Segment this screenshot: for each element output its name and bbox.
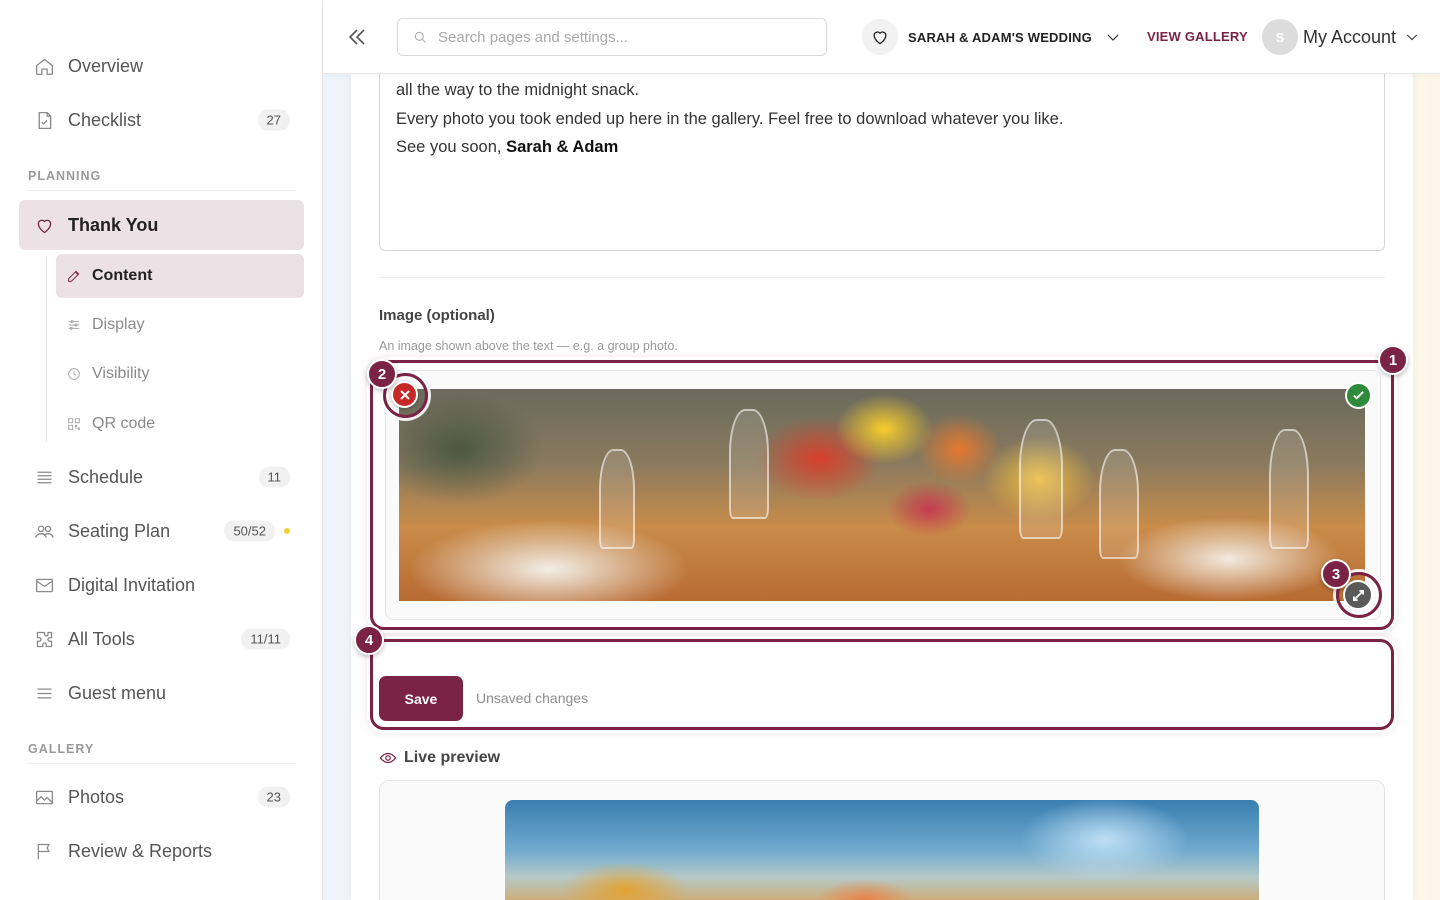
- sidebar-item-digital-invitation[interactable]: Digital Invitation: [19, 561, 304, 609]
- save-button[interactable]: Save: [379, 676, 463, 721]
- signoff-prefix: See you soon,: [396, 138, 507, 156]
- unsaved-status: Unsaved changes: [476, 690, 589, 706]
- glass-shape: [1099, 449, 1139, 559]
- checklist-icon: [33, 109, 55, 131]
- status-dot: [284, 528, 290, 534]
- expand-image-button[interactable]: [1343, 580, 1373, 610]
- sidebar-item-label: Schedule: [68, 466, 144, 487]
- subitem-display[interactable]: Display: [56, 303, 304, 347]
- subitem-qr-code[interactable]: QR code: [56, 402, 304, 446]
- sidebar-item-label: Review & Reports: [68, 840, 213, 861]
- sidebar-item-guest-menu[interactable]: Guest menu: [19, 669, 304, 717]
- glass-shape: [1019, 419, 1063, 539]
- signoff-names: Sarah & Adam: [506, 138, 619, 156]
- sidebar-item-label: Guest menu: [68, 682, 167, 703]
- message-signoff: See you soon, Sarah & Adam: [396, 138, 618, 157]
- section-title-gallery: GALLERY: [28, 742, 95, 756]
- image-icon: [33, 786, 55, 808]
- subitem-content[interactable]: Content: [56, 254, 304, 298]
- heart-icon: [33, 214, 55, 236]
- image-field-help: An image shown above the text — e.g. a g…: [379, 339, 678, 353]
- live-preview-label: Live preview: [404, 749, 501, 766]
- subitem-label: Content: [92, 267, 153, 284]
- eye-icon: [379, 752, 397, 764]
- collapse-sidebar-button[interactable]: [345, 25, 369, 49]
- callout-number: 1: [1378, 345, 1408, 375]
- count-badge: 11: [258, 466, 290, 488]
- sidebar-item-thank-you[interactable]: Thank You: [19, 200, 304, 250]
- sidebar-item-label: Thank You: [68, 214, 159, 235]
- sidebar-item-checklist[interactable]: Checklist 27: [19, 96, 304, 144]
- edit-icon: [68, 270, 80, 282]
- search-input[interactable]: [438, 28, 818, 46]
- section-title-planning: PLANNING: [28, 169, 102, 183]
- count-badge: 50/52: [224, 520, 275, 542]
- puzzle-icon: [33, 628, 55, 650]
- subitem-label: Display: [92, 316, 145, 333]
- glass-shape: [1269, 429, 1309, 549]
- submenu-rail: [46, 256, 47, 442]
- expand-icon: [1352, 589, 1364, 601]
- clock-icon: [68, 368, 80, 380]
- search-icon: [414, 31, 426, 43]
- sidebar-item-photos[interactable]: Photos 23: [19, 773, 304, 821]
- image-field-label: Image (optional): [379, 307, 495, 324]
- qr-icon: [68, 418, 80, 430]
- subitem-label: Visibility: [92, 365, 150, 382]
- section-divider: [28, 763, 296, 764]
- glass-shape: [729, 409, 769, 519]
- sidebar-item-review-reports[interactable]: Review & Reports: [19, 827, 304, 875]
- event-switcher[interactable]: SARAH & ADAM'S WEDDING: [862, 19, 1122, 55]
- callout-number: 3: [1321, 559, 1351, 589]
- sidebar-item-label: Seating Plan: [68, 520, 171, 541]
- list-icon: [33, 466, 55, 488]
- callout-number: 2: [367, 359, 397, 389]
- count-badge: 23: [257, 786, 290, 808]
- sliders-icon: [68, 320, 80, 330]
- top-header: SARAH & ADAM'S WEDDING VIEW GALLERY S My…: [323, 0, 1440, 74]
- menu-icon: [33, 682, 55, 704]
- chevron-down-icon: [1107, 34, 1119, 41]
- count-badge: 27: [257, 109, 290, 131]
- callout-number: 4: [354, 625, 384, 655]
- sidebar-item-seating-plan[interactable]: Seating Plan 50/52: [19, 507, 304, 555]
- sidebar-item-label: Checklist: [68, 109, 142, 130]
- subitem-visibility[interactable]: Visibility: [56, 352, 304, 396]
- sidebar-item-label: Digital Invitation: [68, 574, 196, 595]
- sidebar-item-label: Overview: [68, 55, 144, 76]
- remove-image-button[interactable]: [391, 381, 418, 408]
- chevron-down-icon: [1407, 34, 1418, 41]
- sidebar-item-all-tools[interactable]: All Tools 11/11: [19, 615, 304, 663]
- sidebar-item-label: Photos: [68, 786, 125, 807]
- account-label: My Account: [1303, 26, 1397, 47]
- heart-icon: [862, 19, 898, 55]
- flag-icon: [33, 840, 55, 862]
- event-name: SARAH & ADAM'S WEDDING: [908, 29, 1092, 45]
- sidebar: Overview Checklist 27 PLANNING Thank You…: [0, 0, 323, 900]
- count-badge: 11/11: [241, 628, 290, 650]
- double-chevron-left-icon: [348, 29, 365, 45]
- message-text-line: all the way to the midnight snack.: [396, 81, 640, 99]
- sidebar-item-label: All Tools: [68, 628, 135, 649]
- uploaded-image: [399, 389, 1365, 601]
- avatar: S: [1262, 19, 1298, 55]
- glass-shape: [599, 449, 635, 549]
- live-preview-heading: Live preview: [379, 749, 500, 767]
- section-divider: [379, 277, 1385, 278]
- check-icon: [1353, 391, 1364, 400]
- account-menu[interactable]: S My Account: [1262, 19, 1420, 55]
- subitem-label: QR code: [92, 415, 156, 432]
- upload-success-badge: [1345, 382, 1372, 409]
- preview-image: [505, 800, 1259, 900]
- mail-icon: [33, 574, 55, 596]
- sidebar-item-overview[interactable]: Overview: [19, 42, 304, 90]
- home-icon: [33, 55, 55, 77]
- section-divider: [28, 190, 296, 191]
- view-gallery-link[interactable]: VIEW GALLERY: [1147, 29, 1248, 44]
- close-icon: [399, 389, 410, 400]
- users-icon: [33, 520, 55, 542]
- message-text-line: Every photo you took ended up here in th…: [396, 110, 1064, 128]
- search-box: [397, 18, 827, 56]
- sidebar-item-schedule[interactable]: Schedule 11: [19, 453, 304, 501]
